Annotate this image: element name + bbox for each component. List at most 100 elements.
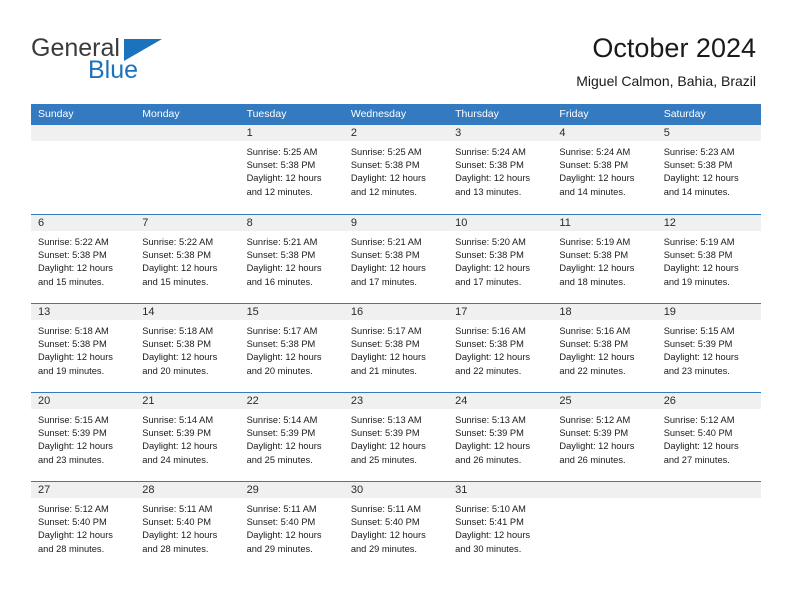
- calendar-day-cell[interactable]: 30 Sunrise: 5:11 AM Sunset: 5:40 PM Dayligh…: [343, 482, 449, 570]
- day-number: 19: [656, 304, 761, 320]
- day-number: 21: [135, 393, 240, 409]
- day-number: [552, 482, 657, 498]
- sunset-time: Sunset: 5:38 PM: [455, 160, 524, 171]
- daylight-duration-line1: Daylight: 12 hours: [142, 530, 218, 541]
- daylight-duration-line1: Daylight: 12 hours: [663, 263, 739, 274]
- sunset-time: Sunset: 5:38 PM: [246, 339, 316, 350]
- daylight-duration-line2: and 26 minutes.: [455, 454, 522, 465]
- calendar-day-cell[interactable]: 31 Sunrise: 5:10 AM Sunset: 5:41 PM Dayligh…: [448, 482, 553, 570]
- daylight-duration-line2: and 14 minutes.: [559, 186, 626, 197]
- day-details: Sunrise: 5:14 AM Sunset: 5:39 PM Daylight:…: [135, 409, 239, 467]
- sunrise-time: Sunrise: 5:16 AM: [455, 326, 526, 336]
- title-block: October 2024 Miguel Calmon, Bahia, Brazi…: [576, 32, 756, 90]
- daylight-duration-line2: and 29 minutes.: [350, 543, 417, 554]
- day-number: 1: [239, 125, 344, 141]
- sunset-time: Sunset: 5:40 PM: [663, 428, 733, 439]
- daylight-duration-line1: Daylight: 12 hours: [455, 263, 531, 274]
- sunset-time: Sunset: 5:39 PM: [38, 428, 107, 439]
- sunrise-time: Sunrise: 5:11 AM: [246, 504, 317, 514]
- day-details: Sunrise: 5:21 AM Sunset: 5:38 PM Daylight:…: [344, 231, 448, 289]
- calendar-day-cell[interactable]: 24 Sunrise: 5:13 AM Sunset: 5:39 PM Dayligh…: [448, 393, 553, 481]
- calendar-day-cell[interactable]: 10 Sunrise: 5:20 AM Sunset: 5:38 PM Dayligh…: [448, 215, 553, 303]
- daylight-duration-line1: Daylight: 12 hours: [246, 173, 322, 184]
- day-number: [31, 125, 136, 141]
- sunset-time: Sunset: 5:39 PM: [455, 428, 524, 439]
- sunset-time: Sunset: 5:38 PM: [350, 160, 420, 171]
- calendar-day-cell[interactable]: 7 Sunrise: 5:22 AM Sunset: 5:38 PM Daylight…: [135, 215, 240, 303]
- sunrise-time: Sunrise: 5:25 AM: [350, 147, 422, 157]
- day-number: 11: [552, 215, 657, 231]
- sunrise-time: Sunrise: 5:17 AM: [246, 326, 318, 336]
- day-number: 6: [31, 215, 136, 231]
- day-number: 13: [31, 304, 136, 320]
- day-number: 10: [448, 215, 553, 231]
- daylight-duration-line2: and 12 minutes.: [246, 186, 313, 197]
- calendar-day-cell[interactable]: 27 Sunrise: 5:12 AM Sunset: 5:40 PM Dayligh…: [31, 482, 136, 570]
- calendar-day-cell[interactable]: 29 Sunrise: 5:11 AM Sunset: 5:40 PM Dayligh…: [239, 482, 344, 570]
- daylight-duration-line2: and 25 minutes.: [246, 454, 313, 465]
- day-details: Sunrise: 5:16 AM Sunset: 5:38 PM Daylight:…: [448, 320, 552, 378]
- daylight-duration-line2: and 17 minutes.: [350, 276, 417, 287]
- sunrise-time: Sunrise: 5:18 AM: [142, 326, 214, 336]
- calendar-day-cell[interactable]: 5 Sunrise: 5:23 AM Sunset: 5:38 PM Daylight…: [656, 125, 761, 214]
- calendar-day-cell[interactable]: 21 Sunrise: 5:14 AM Sunset: 5:39 PM Dayligh…: [135, 393, 240, 481]
- calendar-day-cell[interactable]: 8 Sunrise: 5:21 AM Sunset: 5:38 PM Daylight…: [239, 215, 344, 303]
- calendar-day-cell[interactable]: 11 Sunrise: 5:19 AM Sunset: 5:38 PM Dayligh…: [552, 215, 657, 303]
- sunset-time: Sunset: 5:38 PM: [663, 250, 733, 261]
- daylight-duration-line1: Daylight: 12 hours: [455, 173, 531, 184]
- general-blue-logo[interactable]: General Blue: [31, 34, 251, 90]
- day-number: 4: [552, 125, 657, 141]
- dow-saturday: Saturday: [663, 108, 706, 120]
- calendar-day-cell[interactable]: 3 Sunrise: 5:24 AM Sunset: 5:38 PM Daylight…: [448, 125, 553, 214]
- calendar-day-cell[interactable]: 2 Sunrise: 5:25 AM Sunset: 5:38 PM Daylight…: [343, 125, 449, 214]
- calendar-day-cell[interactable]: 17 Sunrise: 5:16 AM Sunset: 5:38 PM Dayligh…: [448, 304, 553, 392]
- calendar-day-cell[interactable]: 19 Sunrise: 5:15 AM Sunset: 5:39 PM Dayligh…: [656, 304, 761, 392]
- calendar-page: General Blue October 2024 Miguel Calmon,…: [0, 0, 792, 612]
- day-number: 29: [239, 482, 344, 498]
- calendar-day-cell[interactable]: 28 Sunrise: 5:11 AM Sunset: 5:40 PM Dayligh…: [135, 482, 240, 570]
- daylight-duration-line2: and 29 minutes.: [246, 543, 313, 554]
- day-number: 27: [31, 482, 136, 498]
- sunset-time: Sunset: 5:38 PM: [559, 250, 629, 261]
- sunrise-time: Sunrise: 5:14 AM: [142, 415, 214, 425]
- sunset-time: Sunset: 5:39 PM: [142, 428, 212, 439]
- day-number: 16: [343, 304, 449, 320]
- day-number: 14: [135, 304, 240, 320]
- calendar-day-cell[interactable]: 16 Sunrise: 5:17 AM Sunset: 5:38 PM Dayligh…: [343, 304, 449, 392]
- calendar-day-cell[interactable]: 22 Sunrise: 5:14 AM Sunset: 5:39 PM Dayligh…: [239, 393, 344, 481]
- calendar-day-cell[interactable]: 15 Sunrise: 5:17 AM Sunset: 5:38 PM Dayligh…: [239, 304, 344, 392]
- day-number: 5: [656, 125, 761, 141]
- dow-monday: Monday: [142, 108, 180, 120]
- day-details: Sunrise: 5:17 AM Sunset: 5:38 PM Daylight:…: [344, 320, 448, 378]
- day-details: Sunrise: 5:18 AM Sunset: 5:38 PM Daylight:…: [135, 320, 239, 378]
- day-details: Sunrise: 5:19 AM Sunset: 5:38 PM Daylight:…: [657, 231, 761, 289]
- daylight-duration-line1: Daylight: 12 hours: [663, 173, 739, 184]
- calendar-day-cell[interactable]: 18 Sunrise: 5:16 AM Sunset: 5:38 PM Dayligh…: [552, 304, 657, 392]
- calendar-weeks: 1 Sunrise: 5:25 AM Sunset: 5:38 PM Daylight…: [31, 125, 761, 570]
- calendar-day-cell[interactable]: 20 Sunrise: 5:15 AM Sunset: 5:39 PM Dayligh…: [31, 393, 136, 481]
- dow-sunday: Sunday: [38, 108, 74, 120]
- day-details: Sunrise: 5:11 AM Sunset: 5:40 PM Daylight:…: [240, 498, 344, 556]
- calendar-day-cell[interactable]: 13 Sunrise: 5:18 AM Sunset: 5:38 PM Dayligh…: [31, 304, 136, 392]
- sunrise-time: Sunrise: 5:12 AM: [559, 415, 631, 425]
- calendar-day-cell[interactable]: 9 Sunrise: 5:21 AM Sunset: 5:38 PM Daylight…: [343, 215, 449, 303]
- calendar-day-cell[interactable]: 4 Sunrise: 5:24 AM Sunset: 5:38 PM Daylight…: [552, 125, 657, 214]
- calendar-week-row: 1 Sunrise: 5:25 AM Sunset: 5:38 PM Daylight…: [31, 125, 761, 214]
- day-details: Sunrise: 5:21 AM Sunset: 5:38 PM Daylight:…: [240, 231, 344, 289]
- daylight-duration-line1: Daylight: 12 hours: [559, 173, 635, 184]
- sunset-time: Sunset: 5:38 PM: [350, 250, 420, 261]
- calendar-day-cell-empty: [135, 125, 240, 214]
- daylight-duration-line1: Daylight: 12 hours: [350, 352, 426, 363]
- daylight-duration-line1: Daylight: 12 hours: [663, 441, 739, 452]
- calendar-day-cell[interactable]: 25 Sunrise: 5:12 AM Sunset: 5:39 PM Dayligh…: [552, 393, 657, 481]
- calendar-day-cell[interactable]: 12 Sunrise: 5:19 AM Sunset: 5:38 PM Dayligh…: [656, 215, 761, 303]
- page-header: General Blue October 2024 Miguel Calmon,…: [0, 0, 792, 100]
- sunset-time: Sunset: 5:39 PM: [559, 428, 629, 439]
- calendar-day-cell[interactable]: 1 Sunrise: 5:25 AM Sunset: 5:38 PM Daylight…: [239, 125, 344, 214]
- calendar-day-cell[interactable]: 26 Sunrise: 5:12 AM Sunset: 5:40 PM Dayligh…: [656, 393, 761, 481]
- calendar-day-cell[interactable]: 14 Sunrise: 5:18 AM Sunset: 5:38 PM Dayligh…: [135, 304, 240, 392]
- day-details: Sunrise: 5:22 AM Sunset: 5:38 PM Daylight:…: [31, 231, 135, 289]
- calendar-day-cell[interactable]: 23 Sunrise: 5:13 AM Sunset: 5:39 PM Dayligh…: [343, 393, 449, 481]
- sunset-time: Sunset: 5:38 PM: [559, 160, 629, 171]
- calendar-day-cell[interactable]: 6 Sunrise: 5:22 AM Sunset: 5:38 PM Daylight…: [31, 215, 136, 303]
